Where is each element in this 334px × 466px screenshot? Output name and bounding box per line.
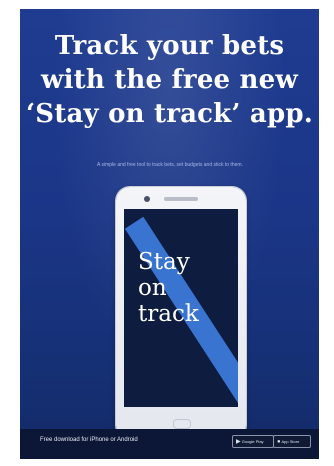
app-store-badge[interactable]: ● App Store [273,435,311,448]
google-play-label: Google Play [241,439,264,444]
phone-camera-icon [144,196,150,202]
headline-line-2: with the free new [41,65,298,95]
app-title: Stay on track [138,249,199,327]
poster-headline: Track your bets with the free new ‘Stay … [20,29,319,131]
headline-line-3: ‘Stay on track’ app. [26,99,313,129]
app-title-line-3: track [138,301,199,327]
poster-footer: Free download for iPhone or Android ▶ Go… [20,429,319,459]
apple-icon: ● [277,439,281,445]
poster-subline: A simple and free tool to track bets, se… [97,162,243,168]
phone-home-button [173,419,191,429]
advert-poster: Track your bets with the free new ‘Stay … [20,9,319,459]
smartphone-illustration: Stay on track [116,187,246,439]
google-play-badge[interactable]: ▶ Google Play [232,435,274,448]
download-text: Free download for iPhone or Android [40,437,138,443]
app-title-line-1: Stay [138,249,190,275]
phone-screen: Stay on track [124,209,238,407]
app-title-line-2: on [138,275,167,301]
headline-line-1: Track your bets [54,31,285,61]
play-store-icon: ▶ [236,439,241,445]
app-store-label: App Store [281,439,300,444]
phone-speaker [164,197,198,201]
